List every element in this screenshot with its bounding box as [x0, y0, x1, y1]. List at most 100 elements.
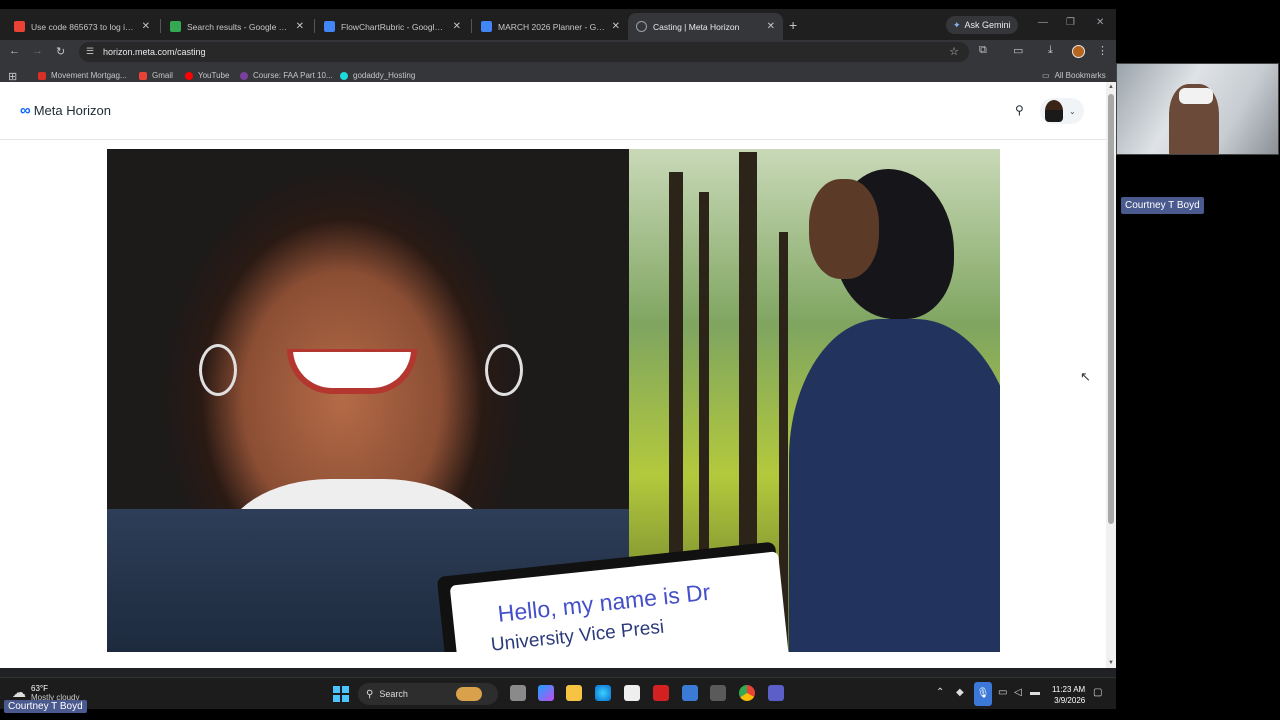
close-tab-icon[interactable]: ✕ [453, 21, 461, 32]
close-tab-icon[interactable]: ✕ [612, 21, 620, 32]
time: 11:23 AM [1052, 685, 1086, 694]
tab-gmail-code[interactable]: Use code 865673 to log in - c ✕ [6, 13, 158, 40]
google-docs-icon [324, 21, 335, 32]
search-highlight-icon [455, 687, 482, 701]
chevron-down-icon: ⌄ [1069, 106, 1076, 116]
close-window-icon[interactable]: ✕ [1096, 17, 1104, 28]
site-info-icon[interactable]: ☰ [86, 46, 94, 57]
godaddy-icon [340, 71, 348, 80]
store-icon[interactable] [624, 685, 640, 701]
extensions-icon[interactable]: ⧉ [979, 44, 987, 57]
tab-march-planner[interactable]: MARCH 2026 Planner - Google ✕ [473, 13, 628, 40]
avatar [1045, 100, 1063, 122]
tab-title: MARCH 2026 Planner - Google [498, 21, 606, 32]
minimize-icon[interactable]: — [1038, 17, 1048, 28]
all-bookmarks-button[interactable]: ▭ All Bookmarks [1042, 71, 1106, 80]
close-tab-icon[interactable]: ✕ [142, 21, 150, 32]
folder-icon: ▭ [1042, 71, 1050, 80]
tab-casting-meta-horizon[interactable]: Casting | Meta Horizon ✕ [628, 13, 783, 40]
edge-icon[interactable] [595, 685, 611, 701]
browser-profile-avatar[interactable] [1072, 45, 1085, 58]
meta-infinity-icon: ∞ [20, 102, 31, 119]
mouse-cursor-icon: ↖ [1080, 369, 1091, 384]
tab-title: FlowChartRubric - Google Docs [341, 21, 447, 32]
copilot-icon[interactable] [538, 685, 554, 701]
tray-app-icon[interactable]: ◆ [956, 687, 964, 698]
vr-headset-icon [1179, 88, 1213, 104]
close-tab-icon[interactable]: ✕ [767, 21, 775, 32]
bookmark-label: Course: FAA Part 10... [253, 71, 333, 80]
logo-text: Meta Horizon [33, 103, 112, 118]
taskbar-search[interactable]: ⚲ Search [358, 683, 498, 705]
scroll-down-icon[interactable]: ▼ [1108, 660, 1114, 666]
task-view-icon[interactable] [510, 685, 526, 701]
taskbar-search-label: Search [379, 689, 408, 699]
bookmark-youtube[interactable]: YouTube [185, 71, 229, 80]
ask-gemini-label: Ask Gemini [964, 20, 1011, 30]
bookmark-movement-mortgage[interactable]: Movement Mortgag... [38, 71, 127, 80]
clock[interactable]: 11:23 AM 3/9/2026 [1052, 684, 1085, 706]
tab-title: Use code 865673 to log in - c [31, 21, 136, 32]
google-drive-icon [170, 21, 181, 32]
gmail-icon [139, 71, 147, 80]
new-tab-button[interactable]: + [789, 17, 797, 33]
site-header: ∞ Meta Horizon ⚲ ⌄ [0, 82, 1106, 140]
participant-name-badge: Courtney T Boyd [1121, 197, 1204, 214]
participant-video-tile [1116, 63, 1279, 155]
back-icon[interactable]: ← [9, 45, 20, 57]
app-m-icon[interactable] [710, 685, 726, 701]
gmail-icon [14, 21, 25, 32]
close-tab-icon[interactable]: ✕ [296, 21, 304, 32]
web-page: ∞ Meta Horizon ⚲ ⌄ Hello, my name is Dr … [0, 82, 1106, 668]
bookmark-star-icon[interactable]: ☆ [949, 45, 959, 58]
youtube-icon [185, 71, 193, 80]
tray-expand-icon[interactable]: ⌃ [936, 687, 944, 698]
tab-flowchart-rubric[interactable]: FlowChartRubric - Google Docs ✕ [316, 13, 469, 40]
hero-image: Hello, my name is Dr University Vice Pre… [107, 149, 1000, 652]
bookmark-gmail[interactable]: Gmail [139, 71, 173, 80]
bookmark-label: Gmail [152, 71, 173, 80]
lastpass-icon[interactable] [653, 685, 669, 701]
tab-title: Search results - Google Drive [187, 21, 290, 32]
account-menu[interactable]: ⌄ [1040, 98, 1084, 124]
course-icon [240, 71, 248, 80]
windows-start-icon[interactable] [333, 686, 349, 702]
date: 3/9/2026 [1054, 696, 1086, 705]
all-bookmarks-label: All Bookmarks [1054, 71, 1106, 80]
volume-icon[interactable]: ◁ [1014, 687, 1022, 698]
browser-toolbar: ← → ↻ ☰ horizon.meta.com/casting ☆ ⧉ ▭ ⤓… [0, 40, 1116, 64]
search-icon: ⚲ [366, 688, 374, 700]
teams-icon[interactable] [768, 685, 784, 701]
side-panel-icon[interactable]: ▭ [1013, 44, 1023, 57]
forward-icon[interactable]: → [32, 45, 43, 57]
bookmark-label: godaddy_Hosting [353, 71, 416, 80]
scroll-up-icon[interactable]: ▲ [1108, 84, 1114, 90]
battery-icon[interactable]: ▬ [1030, 687, 1040, 698]
restore-icon[interactable]: ❐ [1066, 17, 1075, 28]
microphone-icon[interactable]: 🎙 [974, 682, 992, 706]
url-text: horizon.meta.com/casting [103, 47, 206, 57]
search-icon[interactable]: ⚲ [1015, 103, 1024, 117]
movement-icon [38, 71, 46, 80]
screen: Use code 865673 to log in - c ✕ Search r… [0, 0, 1280, 720]
bookmark-label: Movement Mortgag... [51, 71, 127, 80]
chrome-icon[interactable] [739, 685, 755, 701]
scroll-thumb[interactable] [1108, 94, 1114, 524]
notifications-icon[interactable]: ▢ [1093, 687, 1102, 698]
address-bar[interactable]: ☰ horizon.meta.com/casting ☆ [79, 42, 969, 62]
bookmark-course-faa[interactable]: Course: FAA Part 10... [240, 71, 333, 80]
menu-icon[interactable]: ⋮ [1097, 44, 1108, 57]
file-explorer-icon[interactable] [566, 685, 582, 701]
ask-gemini-button[interactable]: ✦ Ask Gemini [946, 16, 1018, 34]
page-scrollbar[interactable]: ▲ ▼ [1106, 82, 1116, 668]
display-icon[interactable]: ▭ [998, 687, 1007, 698]
app-icon[interactable] [682, 685, 698, 701]
reload-icon[interactable]: ↻ [56, 45, 65, 58]
tab-google-drive[interactable]: Search results - Google Drive ✕ [162, 13, 312, 40]
google-docs-icon [481, 21, 492, 32]
participant-name-label: Courtney T Boyd [4, 700, 87, 713]
bookmark-godaddy[interactable]: godaddy_Hosting [340, 71, 415, 80]
meta-horizon-logo[interactable]: ∞ Meta Horizon [20, 102, 111, 119]
loading-icon [636, 21, 647, 32]
download-icon[interactable]: ⤓ [1048, 44, 1053, 57]
